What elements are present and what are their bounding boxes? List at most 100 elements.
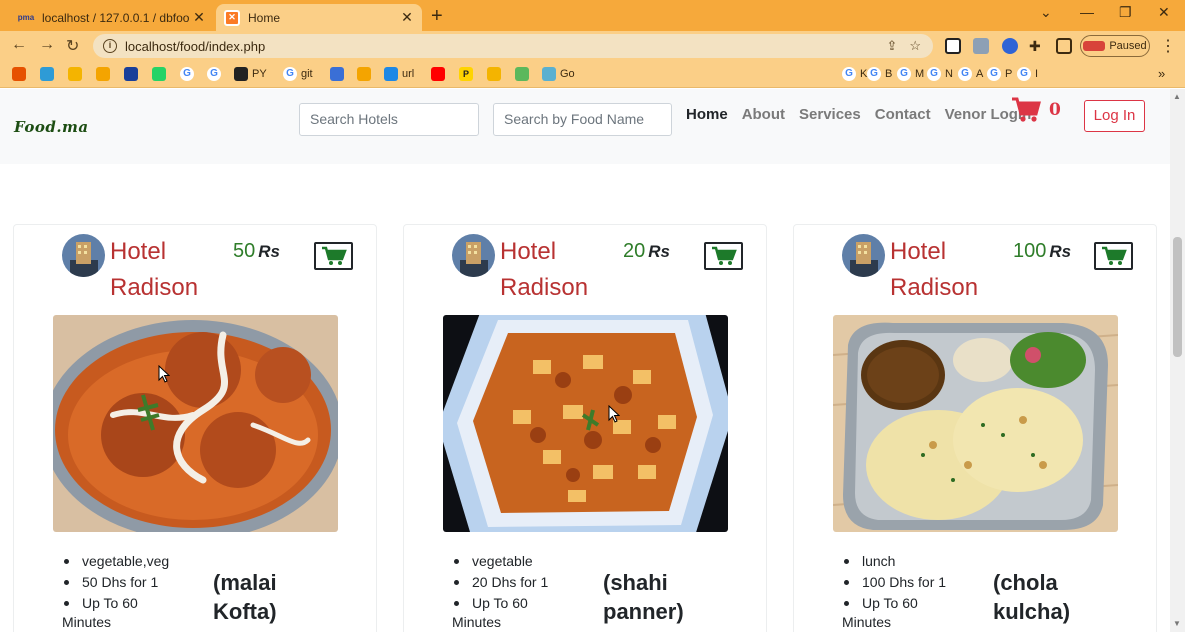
dish-name[interactable]: (chola kulcha): [993, 568, 1093, 626]
add-to-cart-button[interactable]: [1094, 242, 1133, 270]
bookmark-star-icon[interactable]: ☆: [909, 38, 921, 54]
bookmark-favicon-icon: [40, 67, 54, 81]
extension-icon[interactable]: [1002, 38, 1018, 54]
bookmark-item[interactable]: GM: [897, 66, 924, 82]
address-bar[interactable]: i localhost/food/index.php ⇪ ☆: [93, 34, 933, 58]
bookmark-favicon-icon: G: [897, 67, 911, 81]
bookmark-item[interactable]: PY: [234, 66, 267, 82]
tab-home[interactable]: ✕ Home ✕: [216, 4, 422, 31]
bookmark-item[interactable]: [515, 66, 529, 82]
bookmark-item[interactable]: url: [384, 66, 414, 82]
restore-icon[interactable]: ❐: [1119, 4, 1132, 21]
bookmark-item[interactable]: GB: [867, 66, 892, 82]
xampp-icon: ✕: [224, 9, 240, 26]
bookmark-item[interactable]: GK: [842, 66, 867, 82]
tab-title: Home: [248, 10, 281, 25]
dish-name[interactable]: (malai Kofta): [213, 568, 303, 626]
side-panel-icon[interactable]: [1056, 38, 1072, 54]
bookmark-item[interactable]: GI: [1017, 66, 1038, 82]
price: 100 Rs: [1013, 240, 1071, 263]
close-icon[interactable]: ✕: [398, 9, 416, 26]
hotel-name[interactable]: Hotel Radison: [110, 234, 220, 306]
list-item: Up To 60: [452, 593, 592, 614]
tab-search-icon[interactable]: ⌄: [1040, 4, 1052, 21]
tab-phpmyadmin[interactable]: pma localhost / 127.0.0.1 / dbfood / t ✕: [10, 4, 214, 31]
bookmark-item[interactable]: G: [180, 66, 194, 82]
profile-button[interactable]: Paused: [1080, 35, 1150, 57]
delivery-time-unit: Minutes: [452, 614, 502, 630]
food-card: Hotel Radison 100 Rs lunch 100 Dhs for 1…: [793, 224, 1157, 632]
hotel-logo: [62, 234, 105, 277]
bookmark-item[interactable]: GP: [987, 66, 1012, 82]
share-icon[interactable]: ⇪: [886, 38, 897, 54]
bookmark-item[interactable]: G: [207, 66, 221, 82]
bookmark-favicon-icon: [542, 67, 556, 81]
forward-icon[interactable]: →: [39, 36, 55, 54]
list-item: 100 Dhs for 1: [842, 572, 982, 593]
search-hotels-input[interactable]: Search Hotels: [299, 103, 479, 136]
cart-count: 0: [1049, 100, 1061, 120]
dish-name[interactable]: (shahi panner): [603, 568, 703, 626]
add-to-cart-button[interactable]: [704, 242, 743, 270]
cart-icon: [711, 246, 737, 265]
puzzle-icon[interactable]: ✚: [1029, 38, 1045, 54]
bookmarks-more-icon[interactable]: »: [1158, 66, 1165, 81]
page-scrollbar[interactable]: ▲ ▼: [1170, 89, 1185, 632]
bookmark-item[interactable]: [68, 66, 82, 82]
nav-home[interactable]: Home: [686, 106, 728, 123]
nav-services[interactable]: Services: [799, 106, 861, 123]
scrollbar-thumb[interactable]: [1173, 237, 1182, 357]
food-image-shahi-panner[interactable]: [443, 315, 728, 532]
url-text: localhost/food/index.php: [125, 38, 266, 54]
bookmark-item[interactable]: [330, 66, 344, 82]
close-icon[interactable]: ✕: [190, 9, 208, 26]
login-button[interactable]: Log In: [1084, 100, 1145, 132]
bookmark-favicon-icon: [384, 67, 398, 81]
reload-icon[interactable]: ↻: [66, 36, 79, 56]
bookmark-item[interactable]: [152, 66, 166, 82]
bookmark-item[interactable]: GN: [927, 66, 953, 82]
nav-contact[interactable]: Contact: [875, 106, 931, 123]
food-image-chola-kulcha[interactable]: [833, 315, 1118, 532]
bookmark-label: Go: [560, 68, 575, 80]
bookmark-favicon-icon: G: [958, 67, 972, 81]
site-brand[interactable]: Food.ma: [14, 118, 89, 136]
bookmark-label: I: [1035, 68, 1039, 80]
search-food-input[interactable]: Search by Food Name: [493, 103, 672, 136]
bookmark-item[interactable]: [40, 66, 54, 82]
bookmark-item[interactable]: [124, 66, 138, 82]
mouse-cursor-icon: [158, 365, 170, 383]
hotel-name[interactable]: Hotel Radison: [500, 234, 610, 306]
scroll-up-icon[interactable]: ▲: [1173, 92, 1181, 101]
site-navbar: Food.ma Search Hotels Search by Food Nam…: [0, 89, 1170, 164]
food-card: Hotel Radison 20 Rs vegetable 20 Dhs for…: [403, 224, 767, 632]
bookmark-item[interactable]: P: [459, 66, 473, 82]
bookmark-item[interactable]: [357, 66, 371, 82]
bookmark-favicon-icon: P: [459, 67, 473, 81]
bookmark-item[interactable]: [487, 66, 501, 82]
panda-extension-icon[interactable]: [945, 38, 961, 54]
bookmark-favicon-icon: G: [1017, 67, 1031, 81]
site-info-icon[interactable]: i: [103, 39, 117, 53]
bookmark-favicon-icon: G: [867, 67, 881, 81]
bookmark-item[interactable]: [96, 66, 110, 82]
extension-icon[interactable]: [973, 38, 989, 54]
menu-icon[interactable]: ⋮: [1160, 36, 1176, 56]
bookmark-item[interactable]: Ggit: [283, 66, 313, 82]
bookmark-item[interactable]: GA: [958, 66, 983, 82]
bookmark-item[interactable]: [12, 66, 26, 82]
window-close-icon[interactable]: ✕: [1158, 4, 1170, 21]
back-icon[interactable]: ←: [11, 36, 27, 54]
minimize-icon[interactable]: —: [1080, 4, 1094, 20]
bookmark-item[interactable]: [431, 66, 445, 82]
hotel-name[interactable]: Hotel Radison: [890, 234, 1000, 306]
food-image-malai-kofta[interactable]: [53, 315, 338, 532]
cart-link[interactable]: 0: [1011, 97, 1061, 123]
bookmark-item[interactable]: Go: [542, 66, 575, 82]
scroll-down-icon[interactable]: ▼: [1173, 619, 1181, 628]
nav-about[interactable]: About: [742, 106, 785, 123]
add-to-cart-button[interactable]: [314, 242, 353, 270]
bookmark-favicon-icon: [12, 67, 26, 81]
price-value: 50: [233, 240, 256, 262]
new-tab-button[interactable]: +: [431, 5, 443, 28]
